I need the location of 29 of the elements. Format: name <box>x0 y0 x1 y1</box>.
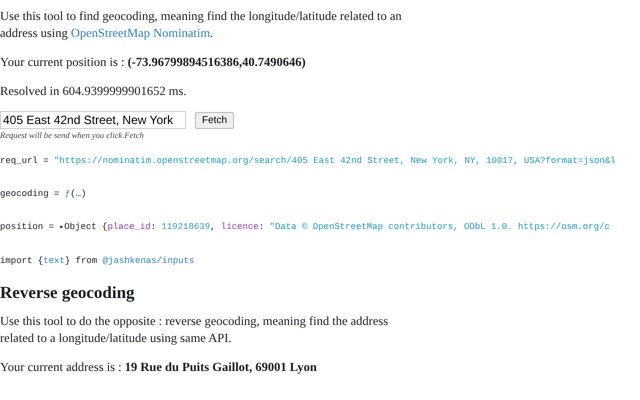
module-link[interactable]: @jashkenas/inputs <box>102 256 194 266</box>
helper-note: Request will be send when you click Fetch <box>0 130 145 140</box>
nominatim-link[interactable]: OpenStreetMap Nominatim <box>70 26 210 40</box>
expand-toggle[interactable]: ▸ <box>59 223 64 232</box>
code-text: position = <box>0 222 56 232</box>
position-text: Your current position is : (-73.96799894516386,40.7490646) <box>0 54 307 71</box>
section-heading: Reverse geocoding <box>0 282 136 304</box>
code-text: req_url = <box>0 156 50 166</box>
code-text: Object { <box>64 222 108 232</box>
code-text: (…) <box>70 189 86 199</box>
address-text: Your current address is : 19 Rue du Puits Gaillot, 69001 Lyon <box>0 359 318 376</box>
string-literal: "https://nominatim.openstreetmap.org/search/405 East 42nd Street, New York, NY, 10017, USA?format=json&l <box>54 156 616 166</box>
resolved-time-text: Resolved in 604.9399999901652 ms. <box>0 83 188 100</box>
number-literal: 119218639 <box>162 222 210 232</box>
code-text: geocoding = <box>0 189 60 199</box>
property-key: place_id <box>107 222 151 232</box>
reverse-description: Use this tool to do the opposite : reverse geocoding, meaning find the address related to a longitude/latitude using same API. <box>0 313 390 347</box>
code-text: import { <box>0 256 44 266</box>
code-text: , <box>210 222 217 232</box>
address-input[interactable]: 405 East 42nd Street, New York <box>0 111 186 129</box>
code-text: : <box>150 222 158 232</box>
property-key: licence <box>220 222 259 232</box>
function-name: ƒ <box>64 189 70 199</box>
string-literal: "Data © OpenStreetMap contributors, ODbL 1.0. https://osm.org/c <box>270 222 610 232</box>
code-text: } from <box>64 256 98 266</box>
function-name: text <box>43 256 65 266</box>
code-text: : <box>258 222 266 232</box>
intro-paragraph: Use this tool to find geocoding, meaning find the longitude/latitude related to an address using OpenStreetMap Nominatim. <box>0 8 403 42</box>
fetch-button[interactable]: Fetch <box>195 112 234 128</box>
